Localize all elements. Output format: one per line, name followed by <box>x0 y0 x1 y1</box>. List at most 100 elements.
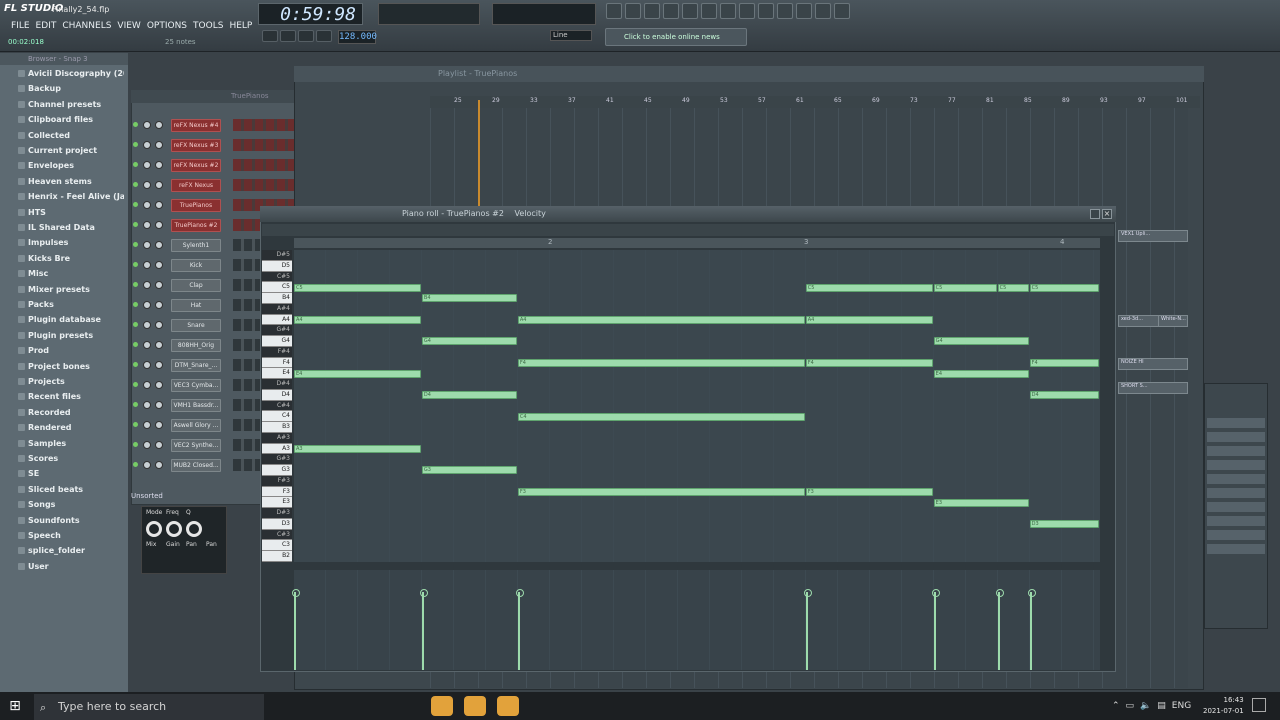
channel-rack-icon[interactable] <box>663 3 679 19</box>
playhead-marker[interactable] <box>478 100 480 210</box>
mixer-insert[interactable] <box>1207 432 1265 442</box>
browser-item[interactable]: Plugin database <box>4 312 124 327</box>
volume-knob[interactable] <box>155 181 163 189</box>
mixer-insert[interactable] <box>1207 516 1265 526</box>
piano-key[interactable]: A4 <box>262 314 292 326</box>
fl-studio-2-icon[interactable] <box>464 696 486 716</box>
fl-studio-icon[interactable] <box>431 696 453 716</box>
volume-knob[interactable] <box>155 361 163 369</box>
browser-item[interactable]: Heaven stems <box>4 174 124 189</box>
piano-roll-note[interactable]: A3 <box>294 444 421 453</box>
volume-knob[interactable] <box>155 461 163 469</box>
piano-roll-note[interactable]: F4 <box>517 358 805 367</box>
notes-icon[interactable] <box>596 696 618 716</box>
pan-knob[interactable] <box>143 241 151 249</box>
settings-icon[interactable] <box>728 696 750 716</box>
piano-roll-param[interactable]: Velocity <box>515 209 546 218</box>
channel-name-button[interactable]: 808HH_Orig <box>171 339 221 352</box>
piano-roll-note[interactable]: C5 <box>805 283 933 292</box>
vlc-icon[interactable] <box>695 696 717 716</box>
piano-key[interactable]: D5 <box>262 260 292 272</box>
piano-roll-note[interactable]: A4 <box>517 315 805 324</box>
mixer-insert[interactable] <box>1207 488 1265 498</box>
channel-name-button[interactable]: Sylenth1 <box>171 239 221 252</box>
chrome-icon[interactable] <box>332 696 354 716</box>
channel-name-button[interactable]: Hat <box>171 299 221 312</box>
piano-key[interactable]: C#5 <box>262 271 292 283</box>
mute-led[interactable] <box>133 222 138 227</box>
piano-key[interactable]: F4 <box>262 357 292 369</box>
piano-roll-note[interactable]: F3 <box>805 487 933 496</box>
velocity-bar[interactable] <box>995 589 1004 670</box>
piano-roll-note[interactable]: B4 <box>421 294 517 303</box>
mute-led[interactable] <box>133 462 138 467</box>
mute-led[interactable] <box>133 262 138 267</box>
discord-icon[interactable] <box>563 696 585 716</box>
pan-knob[interactable] <box>143 261 151 269</box>
channel-name-button[interactable]: Aswell Glory ... <box>171 419 221 432</box>
volume-knob[interactable] <box>155 241 163 249</box>
adobe-app-icon[interactable] <box>629 696 651 716</box>
piano-key[interactable]: F#4 <box>262 346 292 358</box>
mute-led[interactable] <box>133 162 138 167</box>
piano-key[interactable]: A#4 <box>262 303 292 315</box>
help-icon[interactable] <box>834 3 850 19</box>
piano-roll-note[interactable]: D4 <box>421 391 517 400</box>
velocity-bar[interactable] <box>803 589 812 670</box>
piano-roll-note[interactable]: G4 <box>933 337 1029 346</box>
piano-roll-icon[interactable] <box>625 3 641 19</box>
piano-roll-note[interactable]: G3 <box>421 466 517 475</box>
browser-item[interactable]: Collected <box>4 128 124 143</box>
mute-led[interactable] <box>133 442 138 447</box>
pause-button[interactable] <box>280 30 296 42</box>
browser-item[interactable]: Backup <box>4 81 124 96</box>
piano-key[interactable]: D#3 <box>262 508 292 519</box>
piano-key[interactable]: D#5 <box>262 250 292 261</box>
piano-roll-note[interactable]: D3 <box>1029 520 1099 529</box>
piano-key[interactable]: F#3 <box>262 475 292 487</box>
mute-led[interactable] <box>133 362 138 367</box>
mute-led[interactable] <box>133 382 138 387</box>
piano-key[interactable]: C#3 <box>262 529 292 541</box>
menu-channels[interactable]: CHANNELS <box>59 19 114 33</box>
language-indicator[interactable]: ENG <box>1172 696 1191 716</box>
velocity-bar[interactable] <box>419 589 428 670</box>
browser-item[interactable]: Plugin presets <box>4 328 124 343</box>
volume-knob[interactable] <box>155 201 163 209</box>
pan-knob[interactable] <box>143 221 151 229</box>
maximize-button[interactable] <box>1090 209 1100 219</box>
volume-knob[interactable] <box>155 221 163 229</box>
pan-knob[interactable] <box>143 361 151 369</box>
plugin-knob[interactable] <box>186 521 202 537</box>
browser-item[interactable]: Prod <box>4 343 124 358</box>
pattern-song-toggle[interactable] <box>262 30 278 42</box>
piano-key[interactable]: A3 <box>262 443 292 455</box>
mute-led[interactable] <box>133 322 138 327</box>
browser-item[interactable]: Kicks Bre <box>4 251 124 266</box>
piano-keyboard[interactable]: D#5 D5 C#5 C5 B4 A#4 A4 G#4 G4 F#4 F4 E4 D#4 D4 C#4 C4 B… <box>262 250 292 562</box>
browser-item[interactable]: Current project <box>4 143 124 158</box>
velocity-bar[interactable] <box>292 589 300 670</box>
piano-key[interactable]: A#3 <box>262 432 292 444</box>
browser-item[interactable]: Mixer presets <box>4 282 124 297</box>
notifications-icon[interactable] <box>1252 698 1266 712</box>
piano-roll-note[interactable]: E4 <box>294 369 421 378</box>
battery-icon[interactable]: ▭ <box>1126 696 1135 716</box>
pan-knob[interactable] <box>143 341 151 349</box>
piano-roll-ruler[interactable]: 2 3 4 <box>294 238 1100 248</box>
telegram-icon[interactable] <box>365 696 387 716</box>
browser-item[interactable]: Rendered <box>4 420 124 435</box>
menu-help[interactable]: HELP <box>226 19 255 33</box>
pan-knob[interactable] <box>143 401 151 409</box>
channel-name-button[interactable]: VEC2 Synthe... <box>171 439 221 452</box>
playlist-clip[interactable]: SHORT S... <box>1118 382 1188 394</box>
browser-item[interactable]: Envelopes <box>4 158 124 173</box>
mute-led[interactable] <box>133 202 138 207</box>
piano-key[interactable]: G#3 <box>262 454 292 466</box>
browser-item[interactable]: Speech <box>4 528 124 543</box>
velocity-bar[interactable] <box>515 589 524 670</box>
snap-icon[interactable] <box>815 3 831 19</box>
pan-knob[interactable] <box>143 321 151 329</box>
volume-knob[interactable] <box>155 261 163 269</box>
playlist-icon[interactable] <box>606 3 622 19</box>
